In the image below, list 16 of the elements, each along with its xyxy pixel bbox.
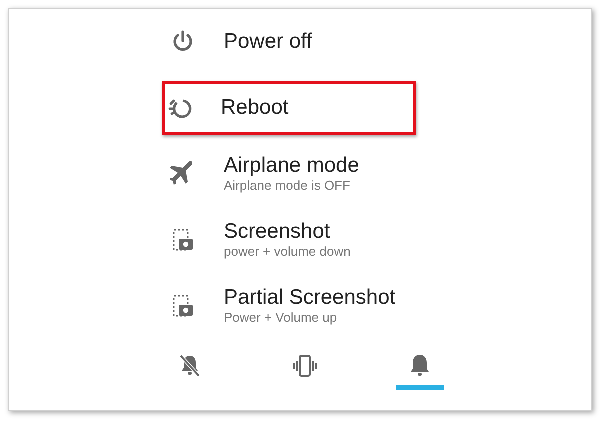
- menu-item-label: Reboot: [221, 95, 289, 121]
- sound-mode-tab[interactable]: [396, 353, 444, 390]
- menu-item[interactable]: Partial Screenshot Power + Volume up: [156, 273, 444, 339]
- mute-icon: [177, 353, 203, 379]
- menu-item-subtitle: power + volume down: [224, 244, 351, 262]
- menu-item-label: Power off: [224, 29, 312, 55]
- menu-item[interactable]: Airplane mode Airplane mode is OFF: [156, 141, 444, 207]
- menu-item-label: Screenshot: [224, 218, 332, 244]
- menu-item-label: Airplane mode: [224, 152, 360, 178]
- menu-item-subtitle: Power + Volume up: [224, 310, 338, 328]
- menu-item-label: Partial Screenshot: [224, 284, 396, 310]
- menu-item[interactable]: Screenshot power + volume down: [156, 207, 444, 273]
- menu-item[interactable]: Reboot: [162, 81, 416, 135]
- menu-item[interactable]: Power off: [156, 9, 444, 75]
- menu-item-subtitle: Airplane mode is OFF: [224, 178, 352, 196]
- vibrate-icon: [292, 353, 318, 379]
